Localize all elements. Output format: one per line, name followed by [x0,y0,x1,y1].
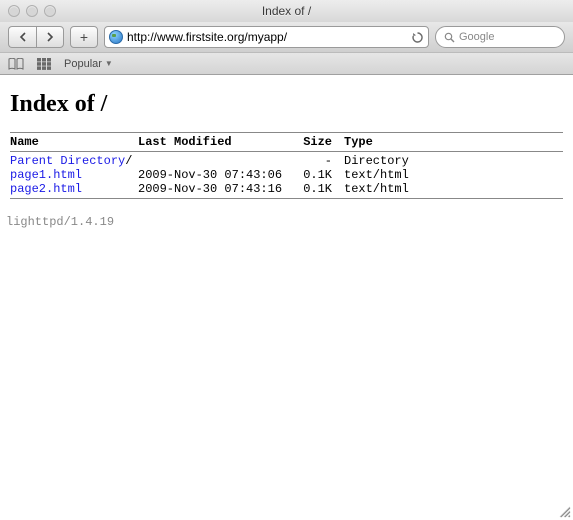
listing-size: - [288,154,332,168]
page-content: Index of / NameLast ModifiedSize Type Pare… [0,75,573,239]
window-titlebar: Index of / [0,0,573,22]
browser-toolbar: + Google [0,22,573,52]
col-header-type: Type [344,135,373,149]
listing-type: text/html [344,168,409,182]
page-title: Index of / [10,91,563,118]
add-bookmark-button[interactable]: + [70,26,98,48]
chevron-down-icon: ▼ [105,59,113,68]
directory-listing: NameLast ModifiedSize Type Parent Director… [10,132,563,199]
search-bar[interactable]: Google [435,26,565,48]
bookmarks-bar: Popular ▼ [0,52,573,74]
col-header-name: Name [10,135,138,149]
top-sites-icon[interactable] [36,57,52,71]
listing-modified: 2009-Nov-30 07:43:16 [138,182,288,196]
listing-size: 0.1K [288,182,332,196]
back-button[interactable] [8,26,36,48]
listing-link[interactable]: Parent Directory [10,154,125,168]
minimize-window-button[interactable] [26,5,38,17]
zoom-window-button[interactable] [44,5,56,17]
listing-row: page2.html 2009-Nov-30 07:43:160.1K text/h… [10,182,563,196]
listing-type: text/html [344,182,409,196]
close-window-button[interactable] [8,5,20,17]
listing-type: Directory [344,154,409,168]
listing-row: Parent Directory/-Directory [10,154,563,168]
window-title: Index of / [0,4,573,18]
site-favicon-icon [109,30,123,44]
col-header-modified: Last Modified [138,135,288,149]
search-placeholder: Google [459,31,556,43]
forward-button[interactable] [36,26,64,48]
listing-link[interactable]: page1.html [10,168,82,182]
resize-grip[interactable] [557,504,571,518]
col-header-size: Size [288,135,332,149]
server-signature: lighttpd/1.4.19 [6,215,563,229]
url-input[interactable] [127,30,406,44]
popular-label: Popular [64,58,102,70]
listing-link[interactable]: page2.html [10,182,82,196]
listing-row: page1.html 2009-Nov-30 07:43:060.1K text/h… [10,168,563,182]
popular-menu[interactable]: Popular ▼ [64,58,113,70]
address-bar[interactable] [104,26,429,48]
reload-button[interactable] [410,30,424,44]
listing-size: 0.1K [288,168,332,182]
listing-modified: 2009-Nov-30 07:43:06 [138,168,288,182]
search-icon [444,32,455,43]
reading-list-icon[interactable] [8,57,24,71]
